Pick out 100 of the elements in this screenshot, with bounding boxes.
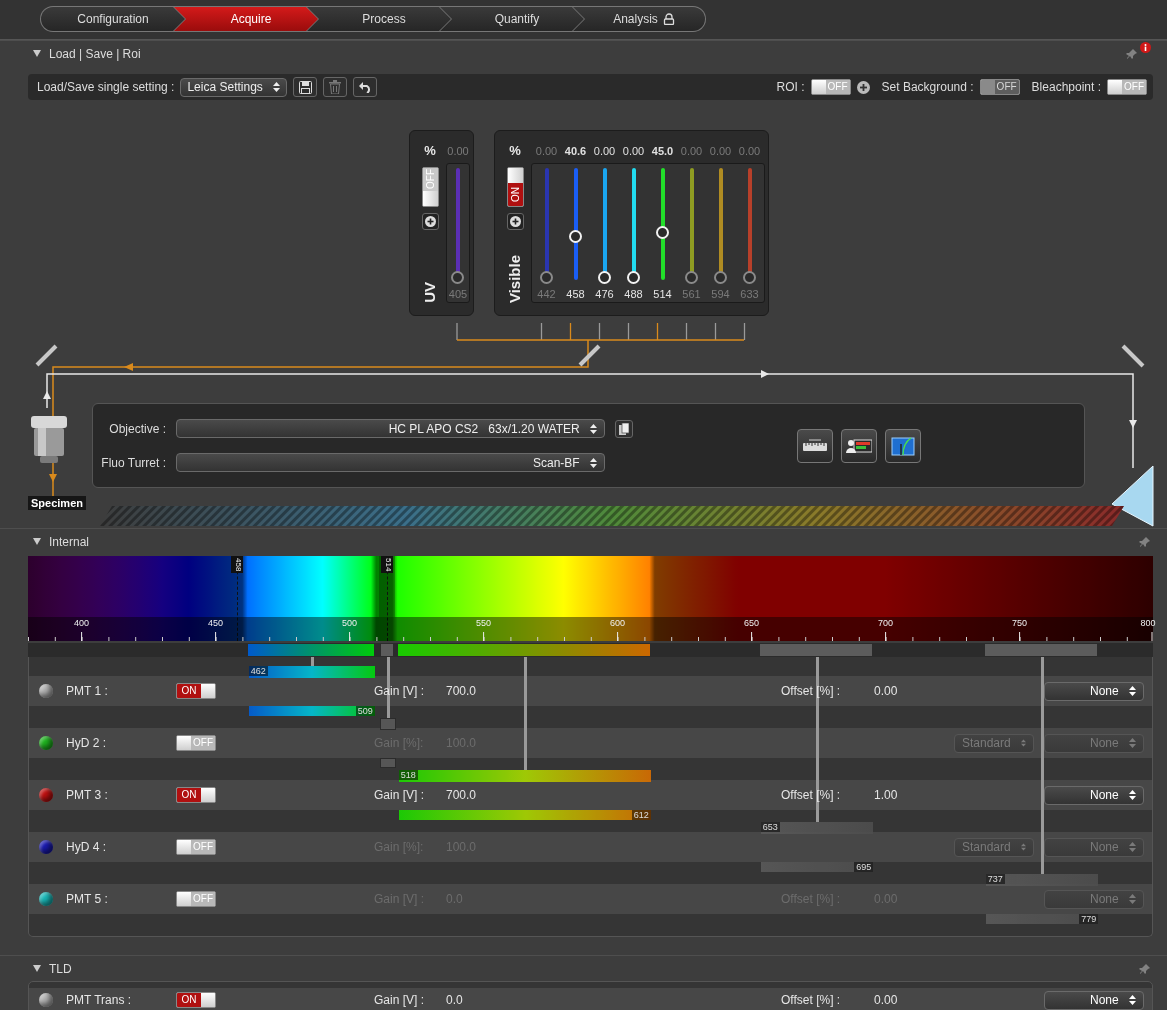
toggle-switch[interactable]: ON [176,992,216,1008]
detection-band-top[interactable]: 737 [985,874,1099,886]
wavelength-tick-label: 500 [341,618,359,628]
detection-band-bottom[interactable]: 779 [985,914,1099,924]
wavelength-label: 458 [566,288,585,300]
toggle-switch[interactable]: ON [176,683,216,699]
turret-dropdown[interactable]: Scan-BF [176,453,605,472]
lut-dropdown[interactable]: None [1044,785,1144,805]
add-icon [424,216,436,227]
caret-icon [1129,842,1136,852]
workflow-tab[interactable]: Acquire [174,7,318,31]
band-start-label: 737 [985,874,1005,884]
save-button[interactable] [293,77,318,97]
power-value: 0.00 [679,144,704,159]
turret-label: Fluo Turret : [100,455,166,470]
display-icon [891,435,915,456]
trash-icon [329,80,342,94]
workflow-tab[interactable]: Quantify [440,7,584,31]
wavelength-label: 514 [653,288,672,300]
collapse-icon[interactable] [33,538,41,545]
objective-info-button[interactable] [615,419,633,438]
offset-value: 0.00 [874,993,899,1007]
band-end-label: 612 [631,810,651,820]
delete-button[interactable] [323,77,348,97]
power-value: 0.00 [447,144,469,159]
slider-thumb[interactable] [539,271,553,284]
detection-band-top[interactable]: 462 [248,666,375,678]
laser-slider[interactable] [626,166,641,284]
objective-lens-icon [31,416,67,463]
offset-label: Offset [%] : [781,993,842,1007]
collapse-icon[interactable] [33,965,41,972]
laser-toggle[interactable]: ON [506,167,524,207]
tool-button[interactable] [885,428,921,463]
tool-button[interactable] [797,428,833,463]
mirror-icon [1121,344,1145,368]
slider-thumb[interactable] [742,271,756,284]
caret-icon [1129,686,1136,696]
detection-band-top[interactable]: 518 [398,770,651,782]
toggle-switch[interactable]: ON [176,787,216,803]
wavelength-label: 488 [624,288,643,300]
settings-dropdown[interactable]: Leica Settings [180,77,288,97]
offset-value: 1.00 [874,788,899,802]
wavelength-label: 442 [537,288,556,300]
undo-button[interactable] [353,77,378,97]
laser-slider[interactable] [597,166,612,284]
wavelength-tick-label: 600 [609,618,627,628]
lut-dropdown[interactable]: None [1044,990,1144,1010]
slider-thumb[interactable] [713,271,727,284]
workflow-tab[interactable]: Process [307,7,451,31]
detection-band-bottom[interactable]: 509 [248,706,375,716]
laser-slider[interactable] [713,166,728,284]
workflow-tab[interactable]: Analysis [573,7,705,31]
caret-icon [590,457,597,468]
gain-value: 700.0 [446,788,478,802]
save-icon [298,80,312,94]
pin-icon[interactable] [1139,962,1151,975]
tool-button[interactable] [841,428,877,463]
laser-wavelength-label: 514 [381,556,394,574]
laser-slider[interactable] [742,166,757,284]
objective-dropdown[interactable]: HC PL APO CS2 63x/1.20 WATER [176,419,605,438]
detector-name: PMT 1 : [66,684,109,698]
detector-name: PMT 3 : [66,788,109,802]
wavelength-label: 405 [448,288,468,300]
band-segment[interactable] [247,644,374,656]
detection-band-top[interactable]: 653 [760,822,874,834]
lock-icon [662,13,675,25]
detection-band-bottom[interactable]: 695 [760,862,874,872]
power-value: 0.00 [534,144,559,159]
add-icon[interactable] [856,80,870,94]
wavelength-tick-label: 400 [73,618,91,628]
add-button[interactable] [421,213,439,230]
gain-value: 700.0 [446,684,478,698]
wavelength-tick-label: 550 [475,618,493,628]
detection-band-bottom[interactable]: 612 [398,810,651,820]
workflow-tab[interactable]: Configuration [41,7,185,31]
collapse-icon[interactable] [33,50,41,57]
laser-slider[interactable] [539,166,554,284]
slider-thumb[interactable] [451,271,464,284]
laser-slider[interactable] [684,166,699,284]
pin-icon[interactable] [1139,535,1151,548]
document-icon [619,422,629,435]
add-button[interactable] [506,213,524,230]
laser-group-label: UV [421,282,439,303]
band-end-label: 695 [854,862,874,872]
alert-icon[interactable] [1140,42,1151,53]
power-value: 45.0 [650,144,675,159]
laser-slider[interactable] [451,166,465,284]
detector-name: PMT Trans : [66,993,133,1007]
power-value: 0.00 [708,144,733,159]
mirror-icon [578,344,601,367]
unit-label: % [424,143,436,159]
add-icon [509,216,521,227]
setting-label: Load/Save single setting : [37,80,175,94]
slider-thumb[interactable] [684,271,698,284]
wavelength-label: 561 [682,288,701,300]
band-start-label: 462 [248,666,268,676]
wavelength-label: 594 [711,288,730,300]
wavelength-tick-label: 650 [743,618,761,628]
lut-dropdown[interactable]: None [1044,681,1144,701]
caret-icon [1021,738,1026,748]
